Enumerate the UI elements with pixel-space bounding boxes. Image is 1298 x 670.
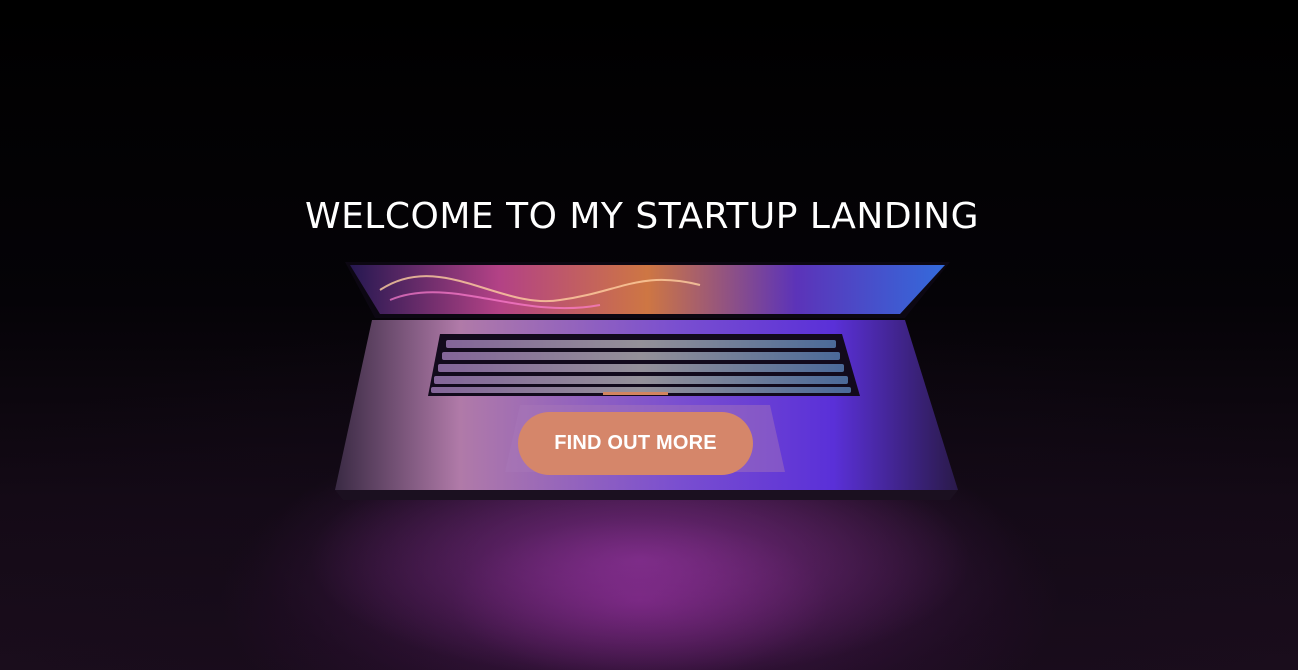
hero-section: WELCOME TO MY STARTUP LANDING FIND OUT M… [0, 0, 1298, 670]
find-out-more-button[interactable]: FIND OUT MORE [518, 412, 753, 475]
laptop-background-image [310, 262, 970, 670]
accent-divider [603, 392, 668, 395]
hero-headline: WELCOME TO MY STARTUP LANDING [304, 196, 980, 237]
